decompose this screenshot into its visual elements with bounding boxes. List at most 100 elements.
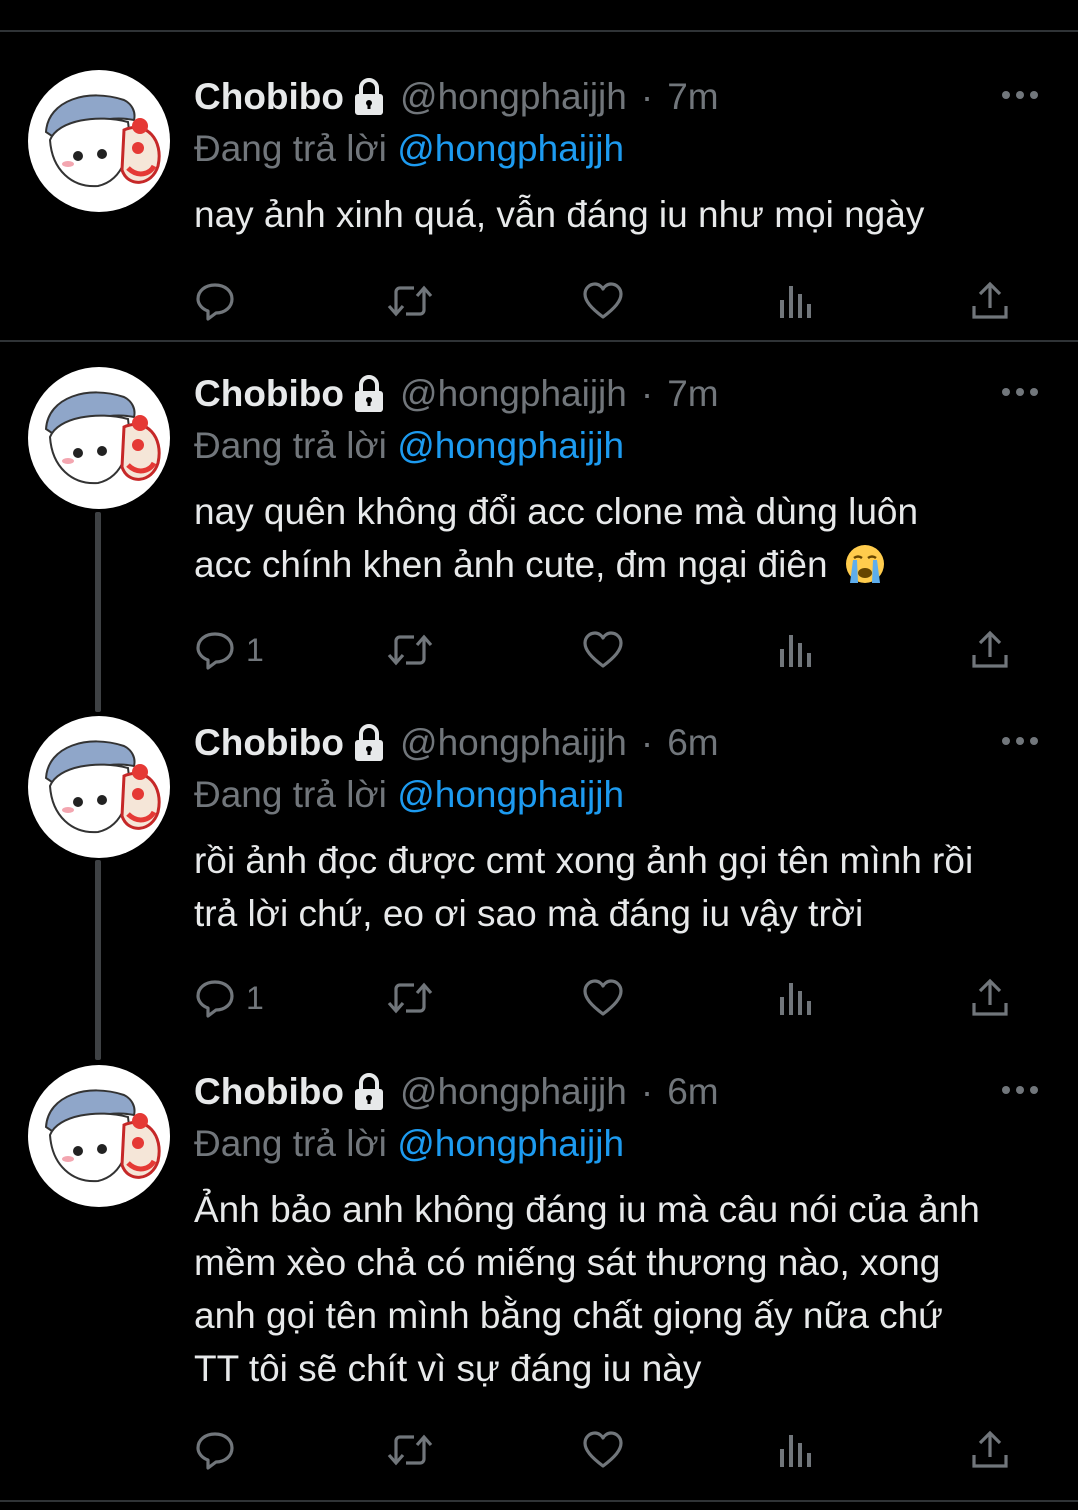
retweet-icon [386, 1429, 434, 1471]
tweet-header: Chobibo @hongphaijjh · 6m [194, 1069, 719, 1115]
replying-to: Đang trả lời @hongphaijjh [194, 425, 624, 467]
lock-icon [352, 374, 386, 414]
tweet-text-line: nay quên không đổi acc clone mà dùng luô… [194, 491, 919, 532]
heart-icon [581, 629, 625, 671]
user-handle[interactable]: @hongphaijjh [400, 722, 627, 764]
avatar-image [44, 1089, 161, 1183]
top-divider [0, 30, 1078, 32]
views-icon [778, 977, 814, 1019]
avatar-image [44, 740, 161, 834]
avatar[interactable] [28, 367, 170, 509]
separator-dot: · [640, 722, 654, 763]
views-icon [778, 1429, 814, 1471]
retweet-button[interactable] [386, 1425, 434, 1475]
tweet-header: Chobibo @hongphaijjh · 7m [194, 74, 719, 120]
heart-icon [581, 977, 625, 1019]
lock-icon [352, 1072, 386, 1112]
replying-to-label: Đang trả lời [194, 1123, 387, 1164]
display-name[interactable]: Chobibo [194, 722, 344, 764]
reply-icon [194, 1429, 236, 1471]
replying-to-label: Đang trả lời [194, 425, 387, 466]
display-name[interactable]: Chobibo [194, 76, 344, 118]
tweet[interactable]: Chobibo @hongphaijjh · 6m Đang trả lời @… [0, 1065, 1078, 1485]
user-handle[interactable]: @hongphaijjh [400, 1071, 627, 1113]
tweet-text-line: acc chính khen ảnh cute, đm ngại điên [194, 544, 828, 585]
retweet-button[interactable] [386, 973, 434, 1023]
separator-dot: · [640, 76, 654, 117]
retweet-button[interactable] [386, 276, 434, 326]
views-button[interactable] [778, 973, 814, 1023]
retweet-button[interactable] [386, 625, 434, 675]
tweet-divider [0, 340, 1078, 342]
avatar[interactable] [28, 70, 170, 212]
timestamp[interactable]: 6m [667, 1071, 718, 1113]
mention-link[interactable]: @hongphaijjh [397, 425, 624, 466]
retweet-icon [386, 280, 434, 322]
like-button[interactable] [581, 1425, 625, 1475]
timestamp[interactable]: 7m [667, 373, 718, 415]
views-button[interactable] [778, 1425, 814, 1475]
loudly-crying-face-icon [844, 543, 886, 585]
avatar[interactable] [28, 716, 170, 858]
tweet[interactable]: Chobibo @hongphaijjh · 7m Đang trả lời @… [0, 70, 1078, 330]
replying-to: Đang trả lời @hongphaijjh [194, 1123, 624, 1165]
more-icon[interactable] [1000, 88, 1040, 102]
mention-link[interactable]: @hongphaijjh [397, 128, 624, 169]
tweet-header: Chobibo @hongphaijjh · 6m [194, 720, 719, 766]
share-button[interactable] [970, 276, 1010, 326]
tweet-header: Chobibo @hongphaijjh · 7m [194, 371, 719, 417]
tweet-text-line: trả lời chứ, eo ơi sao mà đáng iu vậy tr… [194, 893, 864, 934]
reply-count: 1 [246, 979, 264, 1016]
display-name[interactable]: Chobibo [194, 373, 344, 415]
tweet-text: nay ảnh xinh quá, vẫn đáng iu như mọi ng… [194, 188, 1054, 241]
tweet[interactable]: Chobibo @hongphaijjh · 6m Đang trả lời @… [0, 716, 1078, 1036]
like-button[interactable] [581, 973, 625, 1023]
tweet-text: nay quên không đổi acc clone mà dùng luô… [194, 485, 1054, 591]
lock-icon [352, 77, 386, 117]
replying-to-label: Đang trả lời [194, 128, 387, 169]
separator-dot: · [640, 373, 654, 414]
tweet-text: Ảnh bảo anh không đáng iu mà câu nói của… [194, 1183, 1054, 1395]
views-button[interactable] [778, 625, 814, 675]
more-icon[interactable] [1000, 1083, 1040, 1097]
tweet-text-line: mềm xèo chả có miếng sát thương nào, xon… [194, 1242, 941, 1283]
tweet-text: rồi ảnh đọc được cmt xong ảnh gọi tên mì… [194, 834, 1054, 940]
tweet-text-line: anh gọi tên mình bằng chất giọng ấy nữa … [194, 1295, 943, 1336]
share-button[interactable] [970, 973, 1010, 1023]
like-button[interactable] [581, 625, 625, 675]
avatar-image [44, 94, 161, 188]
views-button[interactable] [778, 276, 814, 326]
avatar[interactable] [28, 1065, 170, 1207]
timestamp[interactable]: 6m [667, 722, 718, 764]
action-bar: 1 [0, 973, 1078, 1023]
user-handle[interactable]: @hongphaijjh [400, 373, 627, 415]
share-button[interactable] [970, 1425, 1010, 1475]
action-bar: 1 [0, 625, 1078, 675]
reply-icon [194, 629, 236, 671]
reply-button[interactable]: 1 [194, 625, 264, 675]
tweet-text-line: TT tôi sẽ chít vì sự đáng iu này [194, 1348, 702, 1389]
reply-button[interactable] [194, 276, 246, 326]
retweet-icon [386, 977, 434, 1019]
mention-link[interactable]: @hongphaijjh [397, 774, 624, 815]
tweet[interactable]: Chobibo @hongphaijjh · 7m Đang trả lời @… [0, 367, 1078, 687]
timestamp[interactable]: 7m [667, 76, 718, 118]
heart-icon [581, 280, 625, 322]
more-icon[interactable] [1000, 734, 1040, 748]
tweet-text-line: rồi ảnh đọc được cmt xong ảnh gọi tên mì… [194, 840, 974, 881]
reply-count: 1 [246, 631, 264, 668]
reply-icon [194, 977, 236, 1019]
reply-button[interactable] [194, 1425, 246, 1475]
display-name[interactable]: Chobibo [194, 1071, 344, 1113]
more-icon[interactable] [1000, 385, 1040, 399]
reply-button[interactable]: 1 [194, 973, 264, 1023]
heart-icon [581, 1429, 625, 1471]
share-icon [970, 1429, 1010, 1471]
share-button[interactable] [970, 625, 1010, 675]
action-bar [0, 1425, 1078, 1475]
like-button[interactable] [581, 276, 625, 326]
user-handle[interactable]: @hongphaijjh [400, 76, 627, 118]
share-icon [970, 977, 1010, 1019]
share-icon [970, 280, 1010, 322]
mention-link[interactable]: @hongphaijjh [397, 1123, 624, 1164]
